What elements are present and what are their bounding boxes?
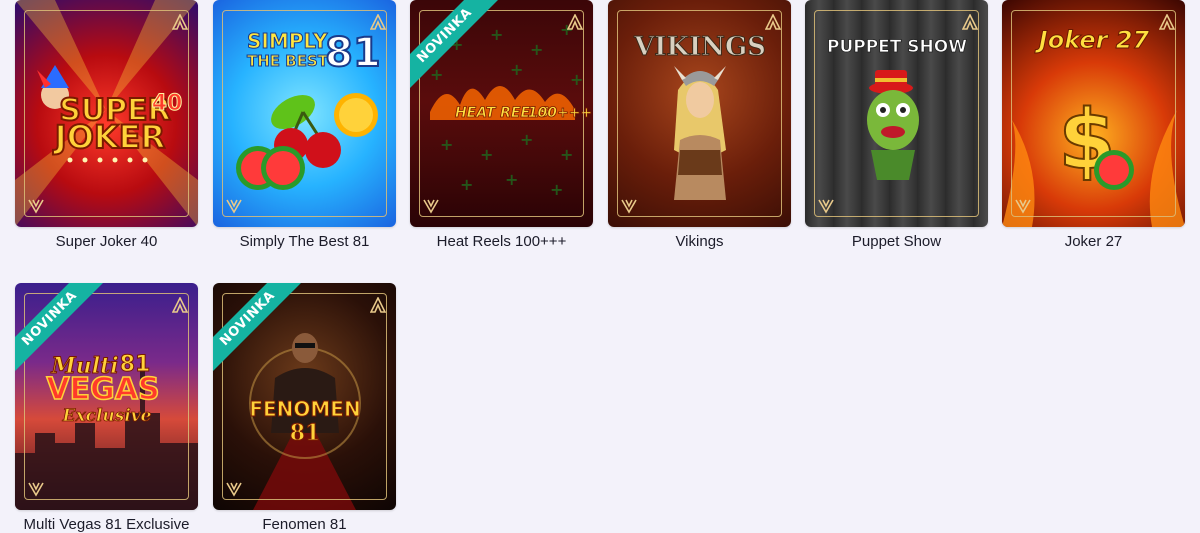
v-logo-icon	[28, 199, 44, 214]
puppet-show-artwork: PUPPET SHOW	[827, 37, 968, 180]
svg-text:+: +	[480, 145, 493, 164]
new-badge-label: NOVINKA	[15, 283, 110, 378]
provider-logo-icon	[172, 14, 188, 30]
v-logo-icon	[818, 199, 834, 214]
new-badge: NOVINKA	[15, 283, 110, 378]
new-badge: NOVINKA	[410, 0, 505, 95]
vikings-logo-text: VIKINGS	[633, 32, 766, 62]
provider-logo-icon	[1159, 14, 1175, 30]
fenomen-81-number: 81	[290, 420, 321, 446]
simply-the-best-81-artwork: SIMPLY THE BEST 81	[236, 29, 382, 190]
super-joker-40-artwork: SUPER JOKER 40	[15, 0, 198, 227]
svg-text:+: +	[460, 175, 473, 194]
game-card-super-joker-40[interactable]: SUPER JOKER 40	[15, 0, 198, 227]
provider-logo-icon	[962, 14, 978, 30]
v-logo-icon	[621, 199, 637, 214]
game-title[interactable]: Puppet Show	[805, 233, 988, 250]
puppet-show-logo-text: PUPPET SHOW	[827, 37, 967, 57]
svg-text:+: +	[510, 60, 523, 79]
joker-40-number: 40	[152, 91, 183, 116]
joker-27-logo-text: Joker 27	[1035, 26, 1150, 54]
v-logo-icon	[226, 482, 242, 497]
the-best-logo-text: THE BEST	[247, 52, 329, 70]
game-card-fenomen-81[interactable]: FENOMEN 81 NOVINKA	[213, 283, 396, 510]
new-badge-label: NOVINKA	[213, 283, 308, 378]
game-title[interactable]: Simply The Best 81	[213, 233, 396, 250]
exclusive-logo-text: Exclusive	[62, 406, 152, 426]
game-card-puppet-show[interactable]: PUPPET SHOW	[805, 0, 988, 227]
game-title[interactable]: Multi Vegas 81 Exclusive	[15, 516, 198, 533]
svg-text:+: +	[550, 180, 563, 199]
svg-text:+: +	[505, 170, 518, 189]
v-logo-icon	[28, 482, 44, 497]
game-card-vikings[interactable]: VIKINGS	[608, 0, 791, 227]
game-title[interactable]: Joker 27	[1002, 233, 1185, 250]
new-badge-label: NOVINKA	[410, 0, 505, 95]
v-logo-icon	[1015, 199, 1031, 214]
v-logo-icon	[423, 199, 439, 214]
joker-logo-text: JOKER	[53, 118, 165, 156]
svg-text:+: +	[440, 135, 453, 154]
svg-text:+: +	[530, 40, 543, 59]
svg-text:+: +	[520, 130, 533, 149]
game-title[interactable]: Fenomen 81	[213, 516, 396, 533]
provider-logo-icon	[567, 14, 583, 30]
new-badge: NOVINKA	[213, 283, 308, 378]
svg-text:+: +	[560, 145, 573, 164]
game-card-heat-reels-100[interactable]: + + + + + + + + + + + + + + HEAT REELS 100+++ NOVI…	[410, 0, 593, 227]
fenomen-logo-text: FENOMEN	[249, 397, 360, 421]
simply-81-number: 81	[325, 30, 381, 76]
v-logo-icon	[226, 199, 242, 214]
game-card-multi-vegas-81-exclusive[interactable]: Multi 81 VEGAS Exclusive NOVINKA	[15, 283, 198, 510]
joker-27-artwork: Joker 27 $	[1002, 26, 1185, 227]
game-title[interactable]: Heat Reels 100+++	[410, 233, 593, 250]
provider-logo-icon	[370, 14, 386, 30]
game-card-simply-the-best-81[interactable]: SIMPLY THE BEST 81	[213, 0, 396, 227]
game-card-joker-27[interactable]: Joker 27 $	[1002, 0, 1185, 227]
svg-text:+: +	[570, 70, 583, 89]
provider-logo-icon	[765, 14, 781, 30]
provider-logo-icon	[370, 297, 386, 313]
vikings-artwork: VIKINGS	[633, 32, 766, 200]
provider-logo-icon	[172, 297, 188, 313]
heat-reels-number: 100+++	[528, 105, 592, 121]
game-title[interactable]: Super Joker 40	[15, 233, 198, 250]
simply-logo-text: SIMPLY	[247, 29, 328, 53]
game-title[interactable]: Vikings	[608, 233, 791, 250]
